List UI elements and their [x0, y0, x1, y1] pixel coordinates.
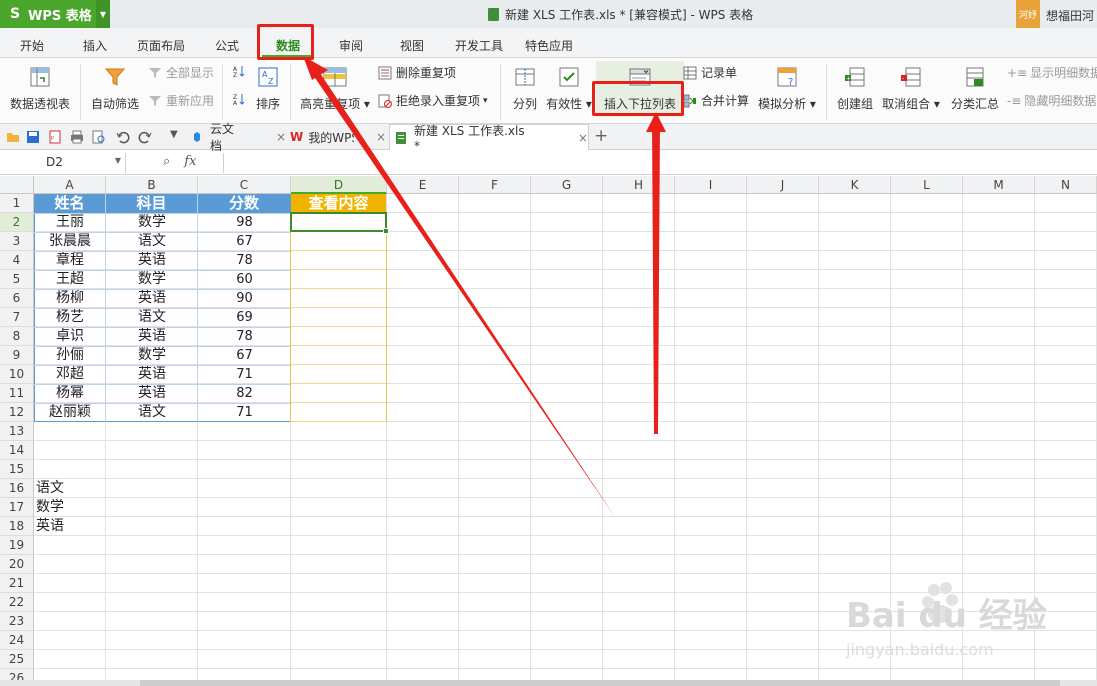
annotation-arrowhead: [646, 112, 666, 132]
wps-spreadsheet-window: S WPS 表格 ▼ 新建 XLS 工作表.xls * [兼容模式] - WPS…: [0, 0, 1097, 686]
annotation-arrow-to-insert-dropdown: [652, 122, 660, 434]
annotation-arrows: [303, 56, 666, 520]
annotation-arrow-to-data-tab: [304, 58, 617, 520]
annotation-arrowhead: [303, 56, 328, 80]
